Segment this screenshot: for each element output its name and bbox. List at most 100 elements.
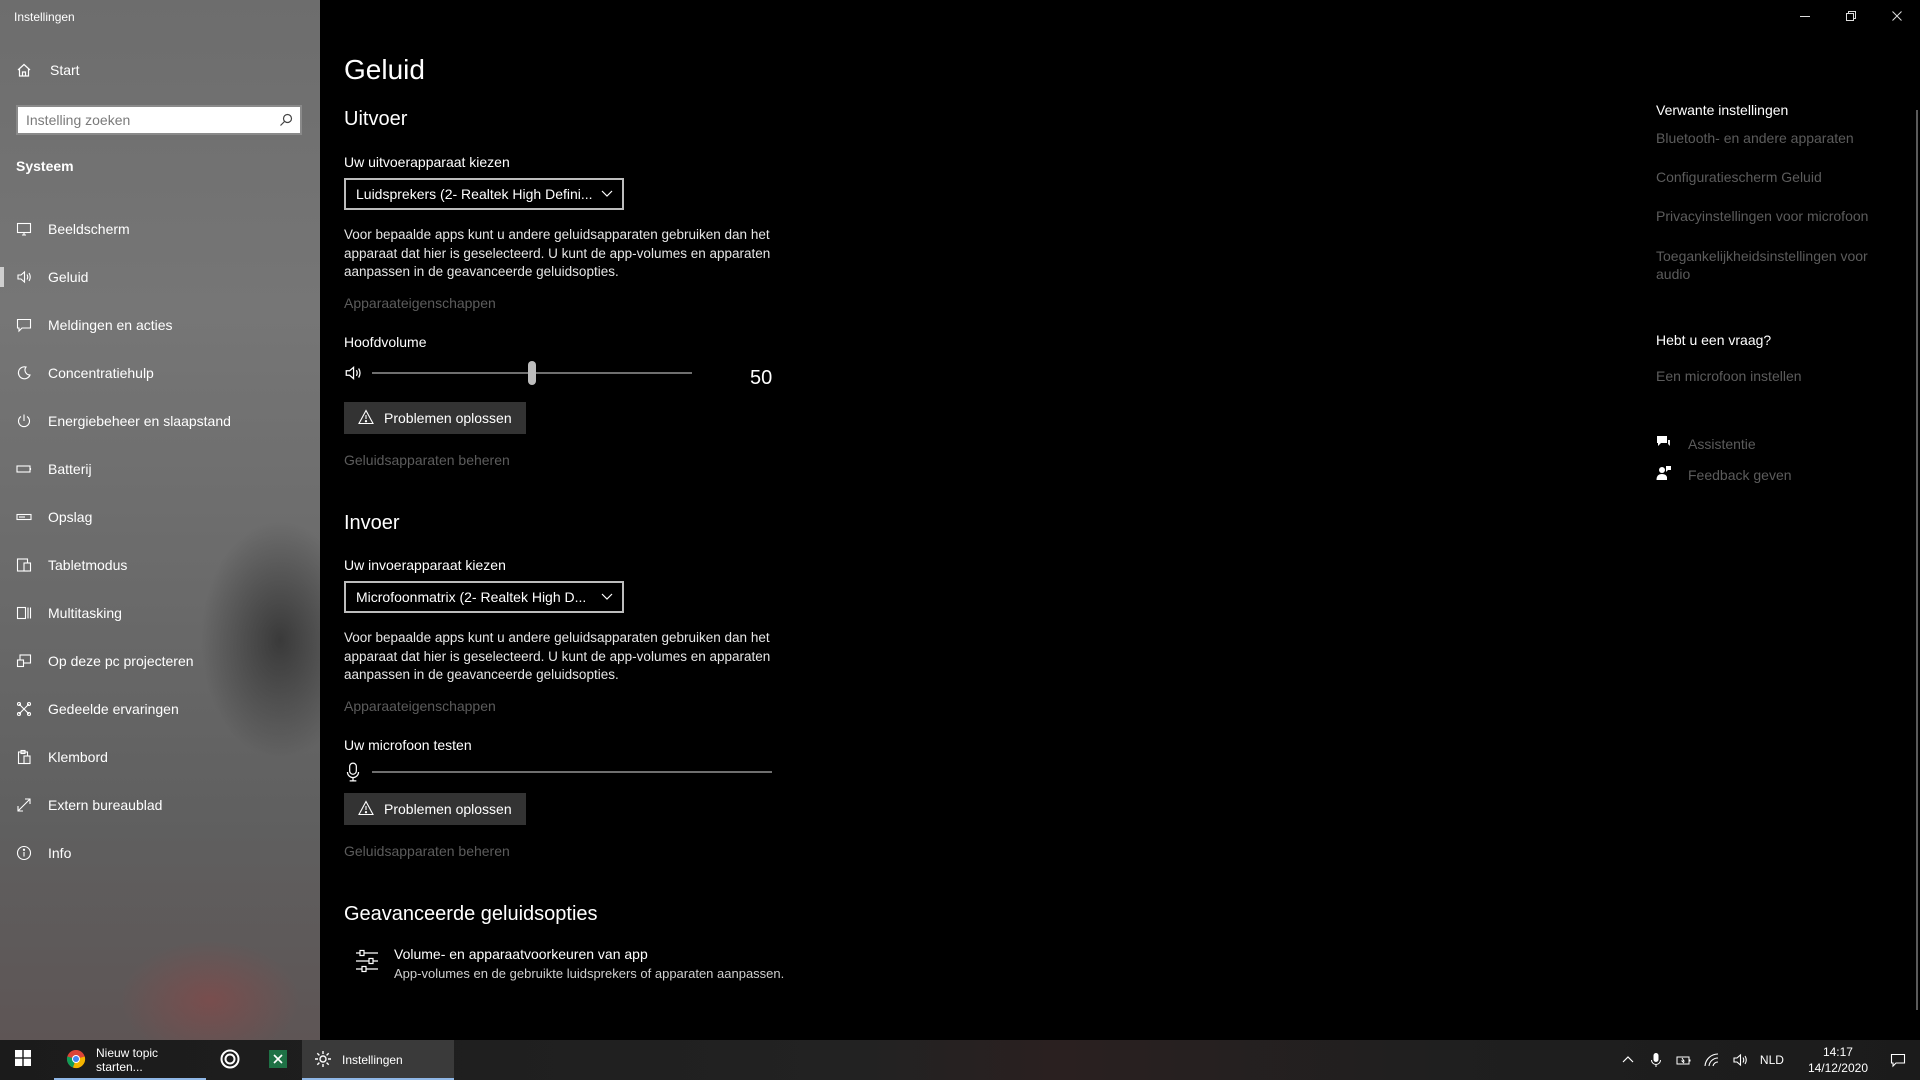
volume-value: 50 [750,367,773,389]
mic-level-track [372,771,772,773]
input-manage-devices-link[interactable]: Geluidsapparaten beheren [344,843,510,859]
storage-icon [16,509,32,525]
sidebar: Instellingen Start Systeem Beeldscherm G… [0,0,320,1040]
home-label: Start [50,62,80,78]
assist-link[interactable]: Assistentie [1656,434,1756,453]
app-volume-preferences[interactable]: Volume- en apparaatvoorkeuren van app Ap… [354,946,784,981]
language-indicator[interactable]: NLD [1760,1053,1784,1067]
output-device-label: Uw uitvoerapparaat kiezen [344,154,510,170]
related-link-sound-control-panel[interactable]: Configuratiescherm Geluid [1656,168,1886,186]
volume-track[interactable] [372,361,692,385]
related-heading: Verwante instellingen [1656,102,1789,118]
info-icon [16,845,32,861]
output-device-dropdown[interactable]: Luidsprekers (2- Realtek High Defini... [344,178,624,210]
remote-desktop-icon [16,797,32,813]
chevron-up-icon[interactable] [1620,1052,1636,1068]
output-troubleshoot-button[interactable]: Problemen oplossen [344,402,526,434]
clock-time: 14:17 [1822,1045,1853,1059]
search-box[interactable] [16,105,302,135]
sidebar-item-concentratiehulp[interactable]: Concentratiehulp [0,349,320,397]
restore-button[interactable] [1828,0,1874,32]
chrome-icon [66,1049,86,1072]
mic-test-label: Uw microfoon testen [344,737,472,753]
warning-icon [358,408,374,428]
sidebar-item-gedeelde-ervaringen[interactable]: Gedeelde ervaringen [0,685,320,733]
sidebar-item-label: Beeldscherm [48,221,130,237]
volume-icon[interactable] [1732,1052,1748,1068]
clock-date: 14/12/2020 [1807,1061,1868,1075]
taskbar-app-settings[interactable]: Instellingen [302,1040,454,1080]
system-tray: NLD 14:17 14/12/2020 [1620,1040,1920,1080]
sidebar-nav: Beeldscherm Geluid Meldingen en acties C… [0,205,320,877]
master-volume-label: Hoofdvolume [344,334,427,350]
search-icon[interactable] [272,113,300,127]
output-properties-link[interactable]: Apparaateigenschappen [344,295,496,311]
master-volume-slider[interactable] [344,361,692,385]
sidebar-item-geluid[interactable]: Geluid [0,253,320,301]
taskbar-app-chrome[interactable]: Nieuw topic starten... [54,1040,206,1080]
input-troubleshoot-button[interactable]: Problemen oplossen [344,793,526,825]
sidebar-item-meldingen[interactable]: Meldingen en acties [0,301,320,349]
home-button[interactable]: Start [16,62,80,78]
sidebar-item-energiebeheer[interactable]: Energiebeheer en slaapstand [0,397,320,445]
sidebar-item-multitasking[interactable]: Multitasking [0,589,320,637]
app-volume-subtitle: App-volumes en de gebruikte luidsprekers… [394,966,785,981]
sidebar-item-tabletmodus[interactable]: Tabletmodus [0,541,320,589]
advanced-heading: Geavanceerde geluidsopties [344,903,598,925]
feedback-link[interactable]: Feedback geven [1656,465,1792,484]
taskbar-app-label: Instellingen [342,1053,403,1067]
troubleshoot-label: Problemen oplossen [384,801,512,817]
feedback-label: Feedback geven [1688,466,1792,483]
chevron-down-icon [600,589,614,606]
tablet-icon [16,557,32,573]
related-link-accessibility-audio[interactable]: Toegankelijkheidsinstellingen voor audio [1656,247,1886,283]
input-properties-link[interactable]: Apparaateigenschappen [344,698,496,714]
scrollbar[interactable] [1916,110,1918,1010]
sidebar-item-klembord[interactable]: Klembord [0,733,320,781]
speaker-icon [16,269,32,285]
related-link-mic-privacy[interactable]: Privacyinstellingen voor microfoon [1656,207,1886,225]
input-heading: Invoer [344,512,400,534]
taskbar-app-excel[interactable] [254,1040,302,1080]
notification-icon [16,317,32,333]
output-manage-devices-link[interactable]: Geluidsapparaten beheren [344,452,510,468]
sidebar-item-opslag[interactable]: Opslag [0,493,320,541]
clock[interactable]: 14:17 14/12/2020 [1808,1044,1868,1076]
input-device-value: Microfoonmatrix (2- Realtek High D... [356,589,587,605]
start-button[interactable] [0,1040,46,1080]
minimize-button[interactable] [1782,0,1828,32]
main-content: Geluid Uitvoer Uw uitvoerapparaat kiezen… [320,0,1920,1040]
output-heading: Uitvoer [344,108,408,130]
sliders-icon [354,948,380,981]
sidebar-item-info[interactable]: Info [0,829,320,877]
volume-thumb[interactable] [528,361,536,385]
sidebar-item-label: Gedeelde ervaringen [48,701,179,717]
close-button[interactable] [1874,0,1920,32]
assist-label: Assistentie [1688,435,1756,452]
microphone-icon[interactable] [1648,1052,1664,1068]
gear-icon [314,1050,332,1071]
sidebar-item-label: Extern bureaublad [48,797,163,813]
taskbar-app-label: Nieuw topic starten... [96,1046,159,1074]
wifi-icon[interactable] [1704,1052,1720,1068]
moon-icon [16,365,32,381]
taskbar: Nieuw topic starten... Instellingen NLD … [0,1040,1920,1080]
sidebar-item-projecteren[interactable]: Op deze pc projecteren [0,637,320,685]
home-icon [16,62,32,78]
question-link-microphone[interactable]: Een microfoon instellen [1656,367,1886,385]
multitasking-icon [16,605,32,621]
sidebar-item-label: Meldingen en acties [48,317,173,333]
related-link-bluetooth[interactable]: Bluetooth- en andere apparaten [1656,129,1886,147]
search-input[interactable] [26,112,272,128]
window-controls [1782,0,1920,32]
action-center-icon[interactable] [1890,1052,1906,1068]
app-volume-title: Volume- en apparaatvoorkeuren van app [394,946,648,962]
chevron-down-icon [600,186,614,203]
mic-level-meter [344,762,772,782]
battery-charging-icon[interactable] [1676,1052,1692,1068]
sidebar-item-batterij[interactable]: Batterij [0,445,320,493]
input-device-dropdown[interactable]: Microfoonmatrix (2- Realtek High D... [344,581,624,613]
sidebar-item-extern-bureaublad[interactable]: Extern bureaublad [0,781,320,829]
sidebar-item-beeldscherm[interactable]: Beeldscherm [0,205,320,253]
taskbar-app-ring[interactable] [206,1040,254,1080]
